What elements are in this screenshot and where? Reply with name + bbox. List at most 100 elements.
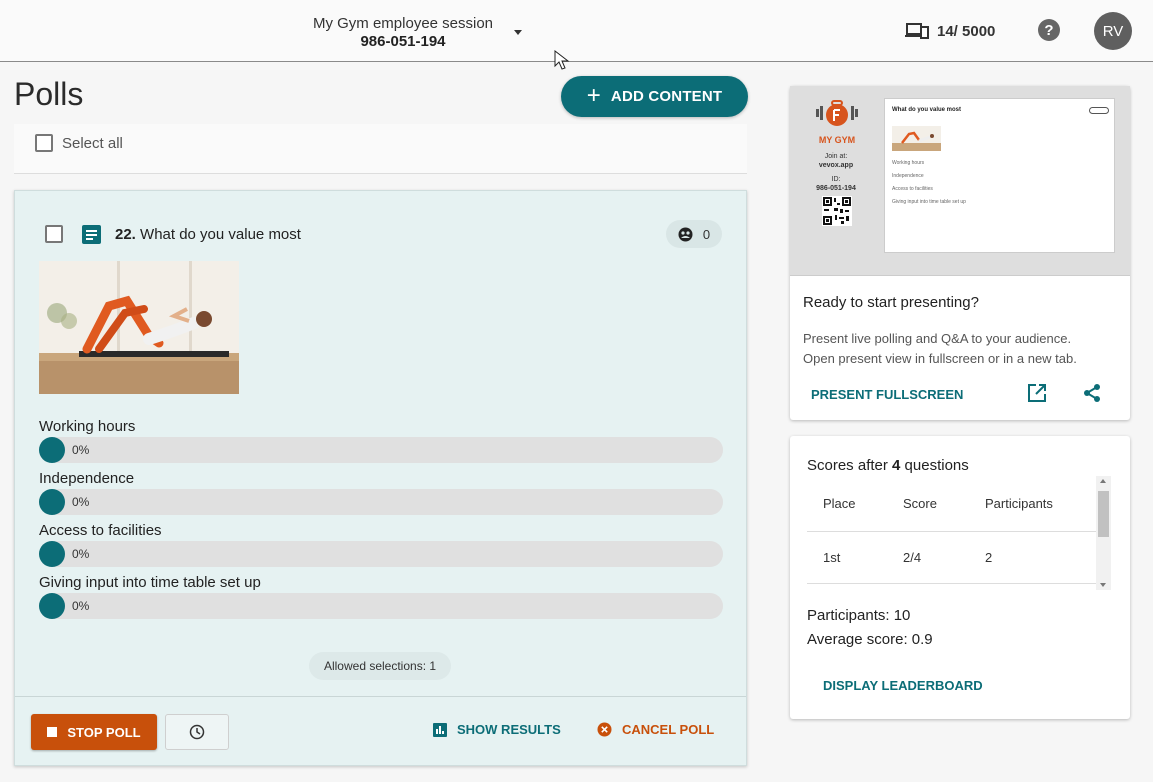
select-all-label: Select all <box>62 135 123 152</box>
response-count-badge: 0 <box>666 220 722 248</box>
chevron-down-icon[interactable] <box>514 30 522 35</box>
row-place: 1st <box>823 550 841 565</box>
option-indicator <box>39 489 65 515</box>
session-name: My Gym employee session <box>312 15 494 32</box>
option-percent: 0% <box>72 443 90 457</box>
option-indicator <box>39 541 65 567</box>
help-icon[interactable]: ? <box>1038 19 1060 41</box>
slide-image <box>892 126 941 151</box>
poll-select-checkbox[interactable] <box>45 225 63 243</box>
avatar[interactable]: RV <box>1094 12 1132 50</box>
scores-title-suffix: questions <box>900 457 969 474</box>
mouse-cursor-icon <box>554 50 570 70</box>
scores-title-prefix: Scores after <box>807 457 893 474</box>
slide-option: Giving input into time table set up <box>892 199 966 205</box>
plus-icon: + <box>586 81 601 109</box>
join-info: Join at: vevox.app ID: 986-051-194 <box>804 152 868 193</box>
add-content-label: ADD CONTENT <box>610 88 723 105</box>
slide-badge <box>1089 107 1109 114</box>
present-description: Present live polling and Q&A to your aud… <box>803 329 1123 369</box>
poll-type-icon <box>82 225 101 244</box>
page-title: Polls <box>14 76 84 112</box>
session-id: 986-051-194 <box>360 33 446 50</box>
present-desc-line: Open present view in fullscreen or in a … <box>803 351 1077 366</box>
device-counter: 14/ 5000 <box>904 19 995 43</box>
id-label: ID: <box>831 176 841 183</box>
column-header-score: Score <box>903 496 937 511</box>
gym-logo: MY GYM <box>810 98 864 145</box>
option-bar: 0% <box>39 489 723 515</box>
row-score: 2/4 <box>903 550 922 565</box>
present-preview[interactable]: MY GYM Join at: vevox.app ID: 986-051-19… <box>790 86 1130 276</box>
stop-poll-button[interactable]: STOP POLL <box>31 714 157 750</box>
present-fullscreen-button[interactable]: PRESENT FULLSCREEN <box>811 387 963 402</box>
option-bar: 0% <box>39 541 723 567</box>
divider <box>807 531 1097 532</box>
slide-option: Working hours <box>892 160 925 166</box>
poll-actions: STOP POLL SHOW RESULTS CANCEL POLL <box>15 696 746 766</box>
cancel-poll-label: CANCEL POLL <box>622 722 715 737</box>
cancel-icon <box>597 722 612 737</box>
poll-image <box>39 261 239 394</box>
poll-option: Giving input into time table set up 0% <box>39 574 723 619</box>
session-selector[interactable]: My Gym employee session 986-051-194 <box>300 14 506 51</box>
option-label: Independence <box>39 470 135 487</box>
stop-icon <box>47 727 58 737</box>
join-id: 986-051-194 <box>816 185 856 192</box>
poll-number: 22. <box>115 226 136 243</box>
select-all-checkbox[interactable] <box>35 134 53 152</box>
gym-brand: MY GYM <box>818 135 856 145</box>
participants-total: Participants: 10 <box>807 607 911 624</box>
divider <box>807 583 1097 584</box>
clock-icon <box>189 724 205 740</box>
slide-title: What do you value most <box>892 107 962 113</box>
slide-option: Independence <box>892 173 924 179</box>
add-content-button[interactable]: + ADD CONTENT <box>561 76 748 117</box>
option-label: Giving input into time table set up <box>39 574 261 591</box>
scroll-down-icon[interactable] <box>1100 583 1106 587</box>
present-card: MY GYM Join at: vevox.app ID: 986-051-19… <box>790 86 1130 420</box>
slide-preview: What do you value most Working hours Ind… <box>884 98 1115 253</box>
bar-chart-icon <box>433 722 447 737</box>
share-icon[interactable] <box>1082 383 1102 403</box>
show-results-label: SHOW RESULTS <box>457 722 561 737</box>
open-in-new-icon[interactable] <box>1027 383 1047 403</box>
top-bar: My Gym employee session 986-051-194 14/ … <box>0 0 1153 70</box>
poll-option: Working hours 0% <box>39 418 723 463</box>
response-count: 0 <box>702 226 711 242</box>
option-label: Working hours <box>39 418 136 435</box>
average-score: Average score: 0.9 <box>807 631 933 648</box>
option-indicator <box>39 437 65 463</box>
timer-button[interactable] <box>165 714 229 750</box>
join-url: vevox.app <box>818 162 854 169</box>
join-at-label: Join at: <box>824 153 848 160</box>
slide-option: Access to facilities <box>892 186 933 192</box>
qr-code <box>822 196 852 226</box>
show-results-button[interactable]: SHOW RESULTS <box>433 722 561 737</box>
option-bar: 0% <box>39 593 723 619</box>
poll-option: Independence 0% <box>39 470 723 515</box>
select-all-row: Select all <box>14 124 747 174</box>
option-bar: 0% <box>39 437 723 463</box>
scroll-thumb[interactable] <box>1098 491 1109 537</box>
column-header-participants: Participants <box>985 496 1053 511</box>
allowed-selections-badge: Allowed selections: 1 <box>309 652 451 680</box>
scores-scrollbar[interactable] <box>1096 476 1111 590</box>
participants-icon <box>678 227 693 241</box>
scroll-up-icon[interactable] <box>1100 479 1106 483</box>
display-leaderboard-button[interactable]: DISPLAY LEADERBOARD <box>823 678 983 693</box>
scores-card: Scores after 4 questions Place Score Par… <box>790 436 1130 719</box>
stop-poll-label: STOP POLL <box>67 724 141 740</box>
cancel-poll-button[interactable]: CANCEL POLL <box>597 722 714 737</box>
row-participants: 2 <box>985 550 993 565</box>
option-indicator <box>39 593 65 619</box>
device-count-text: 14/ 5000 <box>937 22 996 40</box>
poll-question: What do you value most <box>140 226 301 243</box>
present-title: Ready to start presenting? <box>803 294 979 311</box>
option-label: Access to facilities <box>39 522 162 539</box>
option-percent: 0% <box>72 599 90 613</box>
option-percent: 0% <box>72 495 90 509</box>
column-header-place: Place <box>823 496 856 511</box>
poll-card: 22. What do you value most 0 Working hou… <box>14 190 747 766</box>
poll-title: 22. What do you value most <box>115 226 301 243</box>
